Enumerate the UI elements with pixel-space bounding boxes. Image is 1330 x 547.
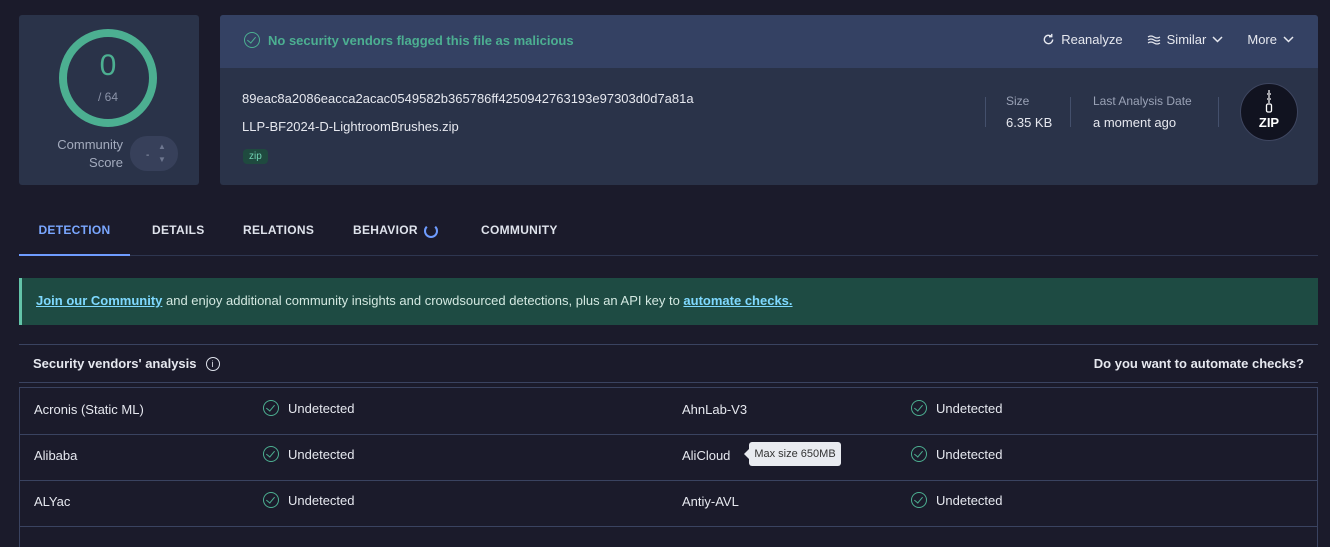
vendor-name: Alibaba [34, 448, 78, 463]
tab-detection[interactable]: DETECTION [19, 210, 130, 256]
loading-spinner-icon [423, 223, 438, 238]
status-text: Undetected [288, 400, 355, 416]
score-card: 0 / 64 Community Score - ▲ ▼ [19, 15, 199, 185]
vendor-name: AliCloud [682, 448, 731, 463]
vote-down-icon[interactable]: ▼ [158, 155, 166, 164]
status-text: Undetected [288, 446, 355, 462]
vendors-title: Security vendors' analysis i [33, 356, 220, 371]
status-text: Undetected [936, 446, 1003, 462]
vendor-name: Antiy-AVL [682, 494, 739, 509]
info-icon[interactable]: i [205, 356, 220, 371]
zipper-icon [1265, 90, 1273, 113]
vendor-name: ALYac [34, 494, 71, 509]
divider [1218, 97, 1219, 127]
check-circle-icon [263, 492, 279, 508]
chevron-down-icon [1212, 36, 1223, 43]
similar-button[interactable]: Similar [1147, 32, 1224, 47]
vendor-status: Undetected [911, 400, 1003, 416]
date-label: Last Analysis Date [1093, 94, 1192, 108]
table-row: Acronis (Static ML) Undetected AhnLab-V3… [20, 388, 1317, 435]
zip-file-icon: ZIP [1240, 83, 1298, 141]
status-text: Undetected [936, 492, 1003, 508]
more-button[interactable]: More [1247, 32, 1294, 47]
similar-label: Similar [1166, 32, 1207, 47]
file-hash[interactable]: 89eac8a2086eacca2acac0549582b365786ff425… [242, 91, 694, 106]
clean-status-text: No security vendors flagged this file as… [268, 32, 574, 48]
tab-relations[interactable]: RELATIONS [243, 210, 314, 254]
size-value: 6.35 KB [1006, 115, 1053, 130]
tab-behavior[interactable]: BEHAVIOR [353, 210, 438, 254]
vendors-title-text: Security vendors' analysis [33, 356, 197, 371]
community-score-label: Community Score [57, 137, 123, 170]
vendor-status: Undetected [263, 492, 355, 508]
size-meta: Size 6.35 KB [1006, 94, 1052, 130]
vote-up-icon[interactable]: ▲ [158, 142, 166, 151]
file-name: LLP-BF2024-D-LightroomBrushes.zip [242, 119, 459, 134]
file-summary-card: No security vendors flagged this file as… [220, 15, 1318, 185]
vendor-status: Undetected [911, 492, 1003, 508]
detection-total: / 64 [97, 90, 118, 104]
divider [985, 97, 986, 127]
automate-checks-prompt[interactable]: Do you want to automate checks? [1094, 356, 1304, 371]
table-row: ALYac Undetected Antiy-AVL Undetected [20, 480, 1317, 527]
vendor-name: Acronis (Static ML) [34, 402, 144, 417]
status-text: Undetected [288, 492, 355, 508]
detection-count: 0 [99, 49, 117, 82]
check-circle-icon [263, 400, 279, 416]
community-score-value: - [146, 150, 150, 161]
tab-community[interactable]: COMMUNITY [481, 210, 558, 254]
table-row: Alibaba Undetected AliCloud Undetected [20, 434, 1317, 481]
tab-behavior-label: BEHAVIOR [353, 223, 418, 237]
vendors-header: Security vendors' analysis i Do you want… [19, 344, 1318, 383]
refresh-icon [1043, 33, 1054, 45]
automate-checks-link[interactable]: automate checks. [683, 293, 792, 308]
zip-label: ZIP [1258, 115, 1280, 130]
community-score-control[interactable]: - ▲ ▼ [130, 136, 178, 171]
chevron-down-icon [1283, 36, 1294, 43]
file-tag[interactable]: zip [243, 149, 268, 164]
tab-bar: DETECTION DETAILS RELATIONS BEHAVIOR COM… [19, 210, 1318, 256]
vendor-status: Undetected [263, 400, 355, 416]
more-label: More [1247, 32, 1277, 47]
join-community-link[interactable]: Join our Community [36, 293, 162, 308]
check-circle-icon [911, 400, 927, 416]
date-meta: Last Analysis Date a moment ago [1093, 94, 1192, 130]
vendor-status: Undetected [911, 446, 1003, 462]
similar-icon [1147, 34, 1160, 45]
community-notice: Join our Community and enjoy additional … [19, 278, 1318, 325]
tab-details[interactable]: DETAILS [152, 210, 205, 254]
file-actions: Reanalyze Similar More [1042, 32, 1294, 47]
vendor-status: Undetected [263, 446, 355, 462]
size-label: Size [1006, 94, 1030, 108]
vendors-table: Acronis (Static ML) Undetected AhnLab-V3… [19, 387, 1318, 547]
check-circle-icon [911, 492, 927, 508]
notice-text: and enjoy additional community insights … [162, 293, 684, 308]
divider [1070, 97, 1071, 127]
clean-status: No security vendors flagged this file as… [244, 32, 574, 48]
reanalyze-button[interactable]: Reanalyze [1042, 32, 1123, 47]
reanalyze-label: Reanalyze [1061, 32, 1123, 47]
date-value: a moment ago [1093, 115, 1177, 130]
status-banner: No security vendors flagged this file as… [220, 15, 1318, 68]
status-text: Undetected [936, 400, 1003, 416]
check-circle-icon [263, 446, 279, 462]
check-circle-icon [911, 446, 927, 462]
size-tooltip: Max size 650MB [744, 442, 841, 466]
check-circle-icon [244, 32, 260, 48]
vendor-name: AhnLab-V3 [682, 402, 748, 417]
